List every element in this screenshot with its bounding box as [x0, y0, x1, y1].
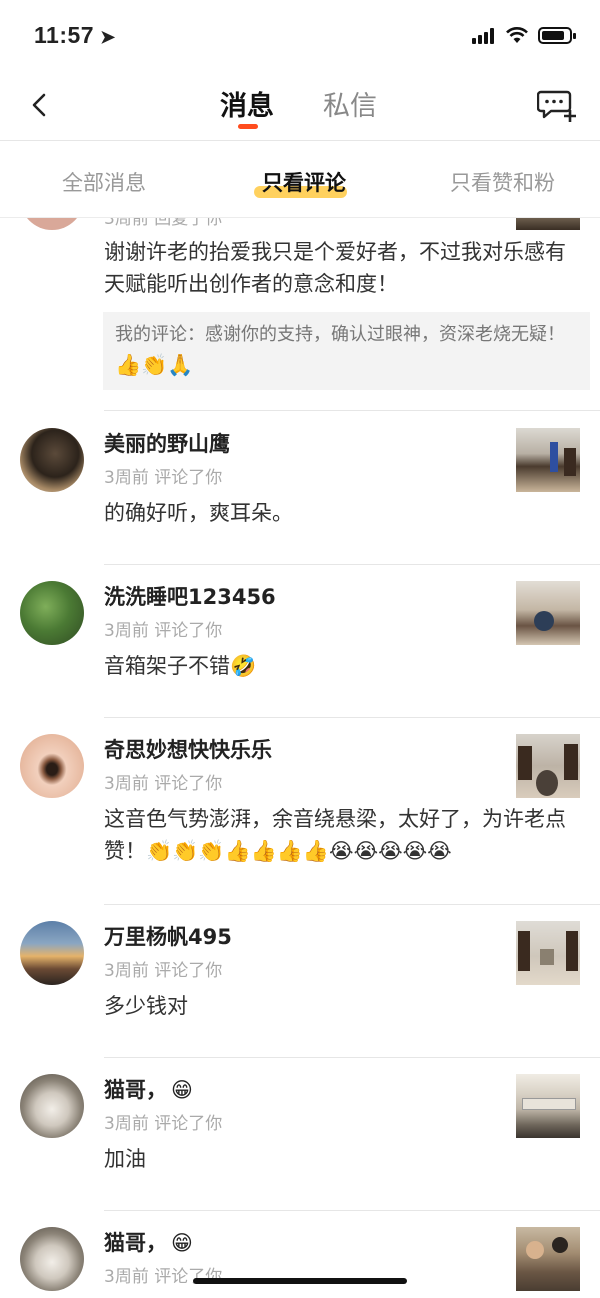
user-name[interactable]: 美丽的野山鹰: [104, 428, 230, 458]
cellular-signal-icon: [472, 28, 498, 44]
divider: [104, 1210, 600, 1211]
filter-all-messages[interactable]: 全部消息: [62, 167, 146, 197]
comment-meta: 3周前 评论了你: [104, 961, 223, 981]
emoji-icons: 👍👏🙏: [115, 353, 194, 377]
comment-body: 的确好听，爽耳朵。: [104, 501, 293, 525]
user-name[interactable]: 洗洗睡吧123456: [104, 581, 276, 611]
avatar[interactable]: [20, 921, 84, 985]
post-thumbnail[interactable]: [516, 428, 580, 492]
wifi-icon: [506, 27, 528, 43]
comment-meta: 3周前 评论了你: [104, 468, 223, 488]
active-tab-indicator: [238, 124, 258, 129]
comment-body: 音箱架子不错🤣: [104, 650, 574, 682]
comment-body: 谢谢许老的抬爱我只是个爱好者，不过我对乐感有天赋能听出创作者的意念和度！: [104, 240, 566, 296]
comment-body: 加油: [104, 1147, 146, 1171]
post-thumbnail[interactable]: [516, 734, 580, 798]
comment-meta: 3周前 评论了你: [104, 621, 223, 641]
chevron-left-icon[interactable]: [26, 90, 56, 120]
user-name[interactable]: 猫哥， 😁: [104, 1074, 193, 1104]
user-name[interactable]: 奇思妙想快快乐乐: [104, 734, 272, 764]
avatar[interactable]: [20, 581, 84, 645]
status-time: 11:57 ➤: [34, 22, 116, 48]
filter-comments-only[interactable]: 只看评论: [262, 167, 346, 197]
divider: [104, 904, 600, 905]
avatar[interactable]: [20, 428, 84, 492]
post-thumbnail[interactable]: [516, 218, 580, 230]
post-thumbnail[interactable]: [516, 1074, 580, 1138]
user-name[interactable]: 万里杨帆495: [104, 921, 232, 951]
filter-likes-fans[interactable]: 只看赞和粉: [450, 167, 555, 197]
avatar[interactable]: [20, 1074, 84, 1138]
battery-icon: [538, 27, 576, 44]
avatar[interactable]: [20, 734, 84, 798]
comment-meta: 3周前 回复了你: [104, 218, 223, 229]
post-thumbnail[interactable]: [516, 1227, 580, 1291]
divider: [104, 1057, 600, 1058]
grin-emoji-icon: 😁: [171, 1078, 193, 1102]
avatar[interactable]: [20, 1227, 84, 1291]
tab-messages[interactable]: 消息: [220, 84, 274, 123]
emoji-icons: 🤣: [230, 654, 257, 678]
user-name[interactable]: 猫哥， 😁: [104, 1227, 193, 1257]
post-thumbnail[interactable]: [516, 581, 580, 645]
my-comment-quote[interactable]: 我的评论：感谢你的支持，确认过眼神，资深老烧无疑！ 👍👏🙏: [103, 312, 590, 390]
comment-meta: 3周前 评论了你: [104, 1114, 223, 1134]
comment-meta: 3周前 评论了你: [104, 774, 223, 794]
home-indicator[interactable]: [193, 1278, 407, 1284]
quote-text: 我的评论：感谢你的支持，确认过眼神，资深老烧无疑！: [115, 324, 565, 345]
divider: [104, 410, 600, 411]
top-nav-bar: 消息 私信: [0, 72, 600, 141]
comment-body: 多少钱对: [104, 994, 188, 1018]
comment-list[interactable]: 3周前 回复了你 谢谢许老的抬爱我只是个爱好者，不过我对乐感有天赋能听出创作者的…: [0, 218, 600, 1298]
grin-emoji-icon: 😁: [171, 1231, 193, 1255]
divider: [104, 564, 600, 565]
avatar[interactable]: [20, 218, 84, 230]
chat-plus-icon[interactable]: [537, 88, 577, 124]
comment-body: 这音色气势澎湃，余音绕悬梁，太好了，为许老点赞！👏👏👏👍👍👍👍😭😭😭😭😭: [104, 803, 574, 867]
divider: [104, 717, 600, 718]
location-arrow-icon: ➤: [100, 27, 116, 47]
post-thumbnail[interactable]: [516, 921, 580, 985]
emoji-icons: 👏👏👏👍👍👍👍😭😭😭😭😭: [146, 839, 452, 863]
tab-private-messages[interactable]: 私信: [323, 84, 377, 123]
status-bar: 11:57 ➤: [0, 0, 600, 72]
